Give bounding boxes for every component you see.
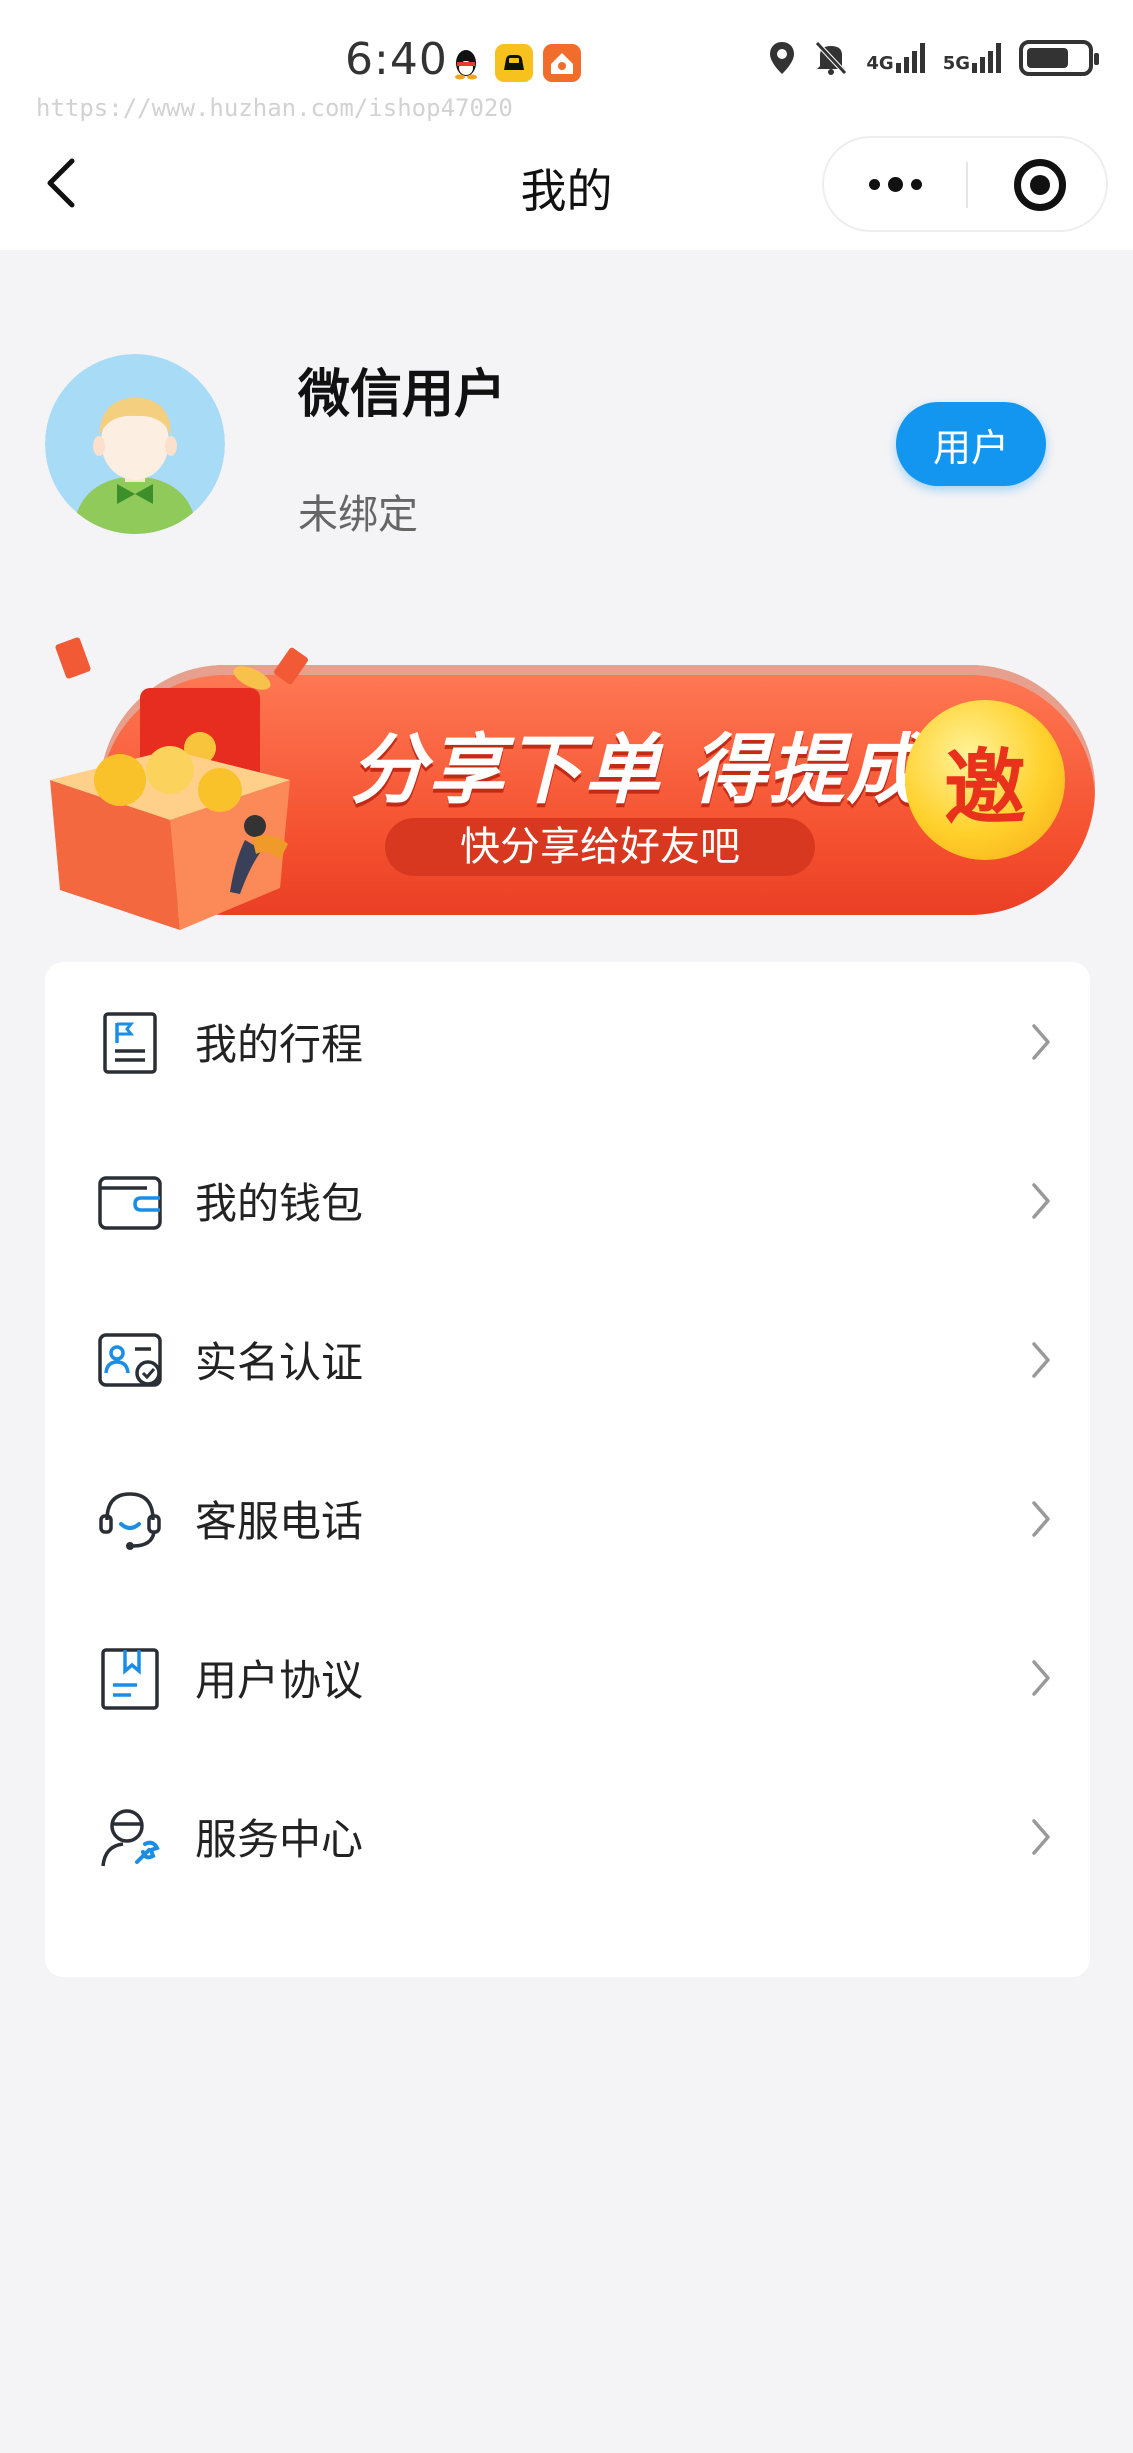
location-icon (770, 42, 795, 74)
menu-item-label: 实名认证 (195, 1338, 364, 1387)
signal-bars-icon (972, 43, 1001, 73)
top-bar: 6:40 4G 5G https://www.huzhan.com/ishop4… (0, 0, 1133, 250)
menu-item-label: 我的行程 (195, 1020, 364, 1069)
watermark: https://www.huzhan.com/ishop47020 (36, 94, 513, 122)
chevron-right-icon (1032, 1023, 1050, 1060)
menu-card: 我的行程 我的钱包 实名认证 客服电话 用户协议 服务中心 (45, 962, 1090, 1977)
menu-item-user-agreement[interactable]: 用户协议 (45, 1598, 1090, 1757)
chevron-right-icon (1032, 1818, 1050, 1855)
shop-app-icon (543, 44, 581, 82)
agreement-bookmark-icon (101, 1647, 159, 1710)
bind-status[interactable]: 未绑定 (298, 482, 418, 540)
qq-app-icon (447, 44, 485, 82)
signal-5g: 5G (943, 43, 1001, 73)
banner-subline: 快分享给好友吧 (385, 818, 815, 876)
invite-banner[interactable]: 分享下单 得提成 快分享给好友吧 邀 (40, 620, 1095, 930)
status-indicators: 4G 5G (768, 40, 1099, 76)
menu-item-label: 服务中心 (195, 1815, 364, 1864)
close-target-icon[interactable] (1014, 159, 1066, 211)
id-card-icon (98, 1332, 162, 1387)
user-nickname: 微信用户 (298, 365, 507, 425)
service-person-icon (101, 1808, 160, 1866)
avatar[interactable] (45, 354, 225, 534)
battery-icon (1019, 40, 1099, 76)
gift-box-illustration (50, 637, 309, 930)
chevron-right-icon (1032, 1659, 1050, 1696)
menu-item-wallet[interactable]: 我的钱包 (45, 1121, 1090, 1280)
headset-icon (99, 1491, 161, 1550)
more-dots-icon[interactable] (824, 138, 966, 230)
menu-item-realname[interactable]: 实名认证 (45, 1280, 1090, 1439)
chevron-right-icon (1032, 1182, 1050, 1219)
signal-bars-icon (895, 43, 925, 73)
invite-coin-icon: 邀 (905, 700, 1065, 860)
wallet-icon (98, 1175, 162, 1230)
menu-item-label: 用户协议 (195, 1656, 364, 1705)
network-label-1: 4G (866, 53, 894, 74)
role-badge[interactable]: 用户 (896, 402, 1046, 486)
banner-headline: 分享下单 得提成 (350, 725, 925, 814)
network-label-2: 5G (942, 53, 970, 74)
status-time: 6:40 (345, 34, 448, 85)
trip-flag-icon (103, 1011, 157, 1074)
menu-item-trip[interactable]: 我的行程 (45, 962, 1090, 1121)
miniprogram-capsule (822, 136, 1108, 232)
signal-4g: 4G (866, 43, 925, 74)
chevron-right-icon (1032, 1341, 1050, 1378)
status-app-icons (447, 44, 581, 82)
chevron-right-icon (1032, 1500, 1050, 1537)
capsule-divider (966, 162, 968, 208)
mute-bell-icon (815, 41, 848, 75)
menu-item-service-phone[interactable]: 客服电话 (45, 1439, 1090, 1598)
battery-level (1027, 48, 1068, 68)
menu-item-service-center[interactable]: 服务中心 (45, 1757, 1090, 1916)
menu-item-label: 客服电话 (195, 1497, 364, 1546)
menu-item-label: 我的钱包 (195, 1179, 364, 1228)
car-app-icon (495, 44, 533, 82)
